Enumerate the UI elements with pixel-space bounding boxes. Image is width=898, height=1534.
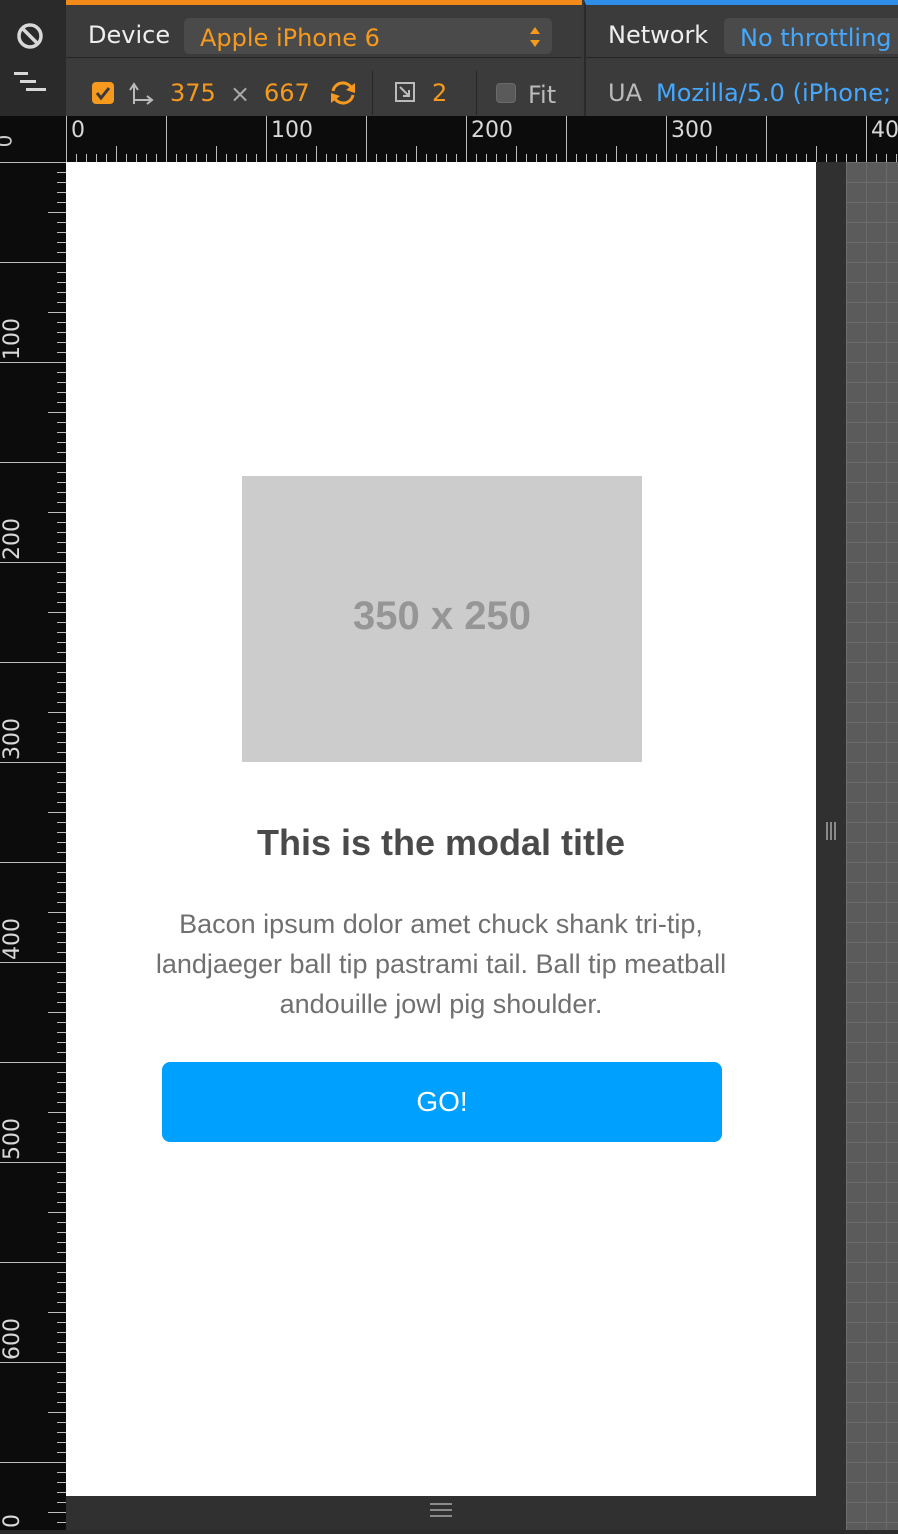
ruler-v-label: 400 bbox=[0, 918, 25, 960]
device-section: Device Apple iPhone 6 375 × 667 2 Fit bbox=[66, 0, 582, 116]
ruler-h-label: 40 bbox=[871, 118, 898, 143]
modal-title: This is the modal title bbox=[256, 822, 626, 863]
resolution-checkbox[interactable] bbox=[92, 82, 114, 104]
placeholder-image-label: 350 x 250 bbox=[353, 594, 531, 638]
ruler-v-label: 0 bbox=[0, 1514, 25, 1528]
ruler-v-label: 100 bbox=[0, 318, 25, 360]
background-grid bbox=[846, 162, 898, 1530]
swap-dimensions-icon[interactable] bbox=[128, 80, 154, 106]
ruler-v-label: 600 bbox=[0, 1318, 25, 1360]
ruler-h-label: 100 bbox=[271, 118, 313, 143]
resize-grip-icon bbox=[430, 1503, 452, 1517]
throttling-select-value: No throttling bbox=[740, 24, 892, 52]
times-sign: × bbox=[230, 80, 251, 108]
toolbar-row-divider bbox=[586, 57, 898, 58]
ruler-v-label: 500 bbox=[0, 1118, 25, 1160]
modal-body-text: Bacon ipsum dolor amet chuck shank tri-t… bbox=[155, 909, 727, 1019]
network-section: Network No throttling UA Mozilla/5.0 (iP… bbox=[584, 0, 898, 116]
toolbar-separator bbox=[372, 71, 373, 115]
go-button[interactable]: GO! bbox=[162, 1062, 722, 1142]
dpr-input[interactable]: 2 bbox=[432, 81, 447, 105]
checkmark-icon bbox=[95, 87, 111, 101]
throttling-select[interactable]: No throttling bbox=[724, 18, 898, 54]
fit-label: Fit bbox=[528, 81, 557, 109]
rotate-icon[interactable] bbox=[328, 79, 358, 107]
media-queries-icon[interactable] bbox=[14, 70, 48, 96]
toolbar-separator bbox=[476, 71, 477, 115]
select-arrows-icon bbox=[530, 27, 540, 47]
ruler-corner-label: 0 bbox=[0, 135, 16, 148]
fit-checkbox[interactable] bbox=[496, 83, 516, 103]
placeholder-image: 350 x 250 bbox=[242, 476, 642, 762]
width-input[interactable]: 375 bbox=[170, 81, 216, 105]
device-label: Device bbox=[88, 21, 171, 49]
toolbar-row-divider bbox=[66, 57, 582, 58]
ruler-v-label: 200 bbox=[0, 518, 25, 560]
ua-label: UA bbox=[608, 79, 642, 107]
device-select[interactable]: Apple iPhone 6 bbox=[184, 18, 552, 54]
resize-grip-icon bbox=[826, 822, 836, 840]
viewport-height-resize-handle[interactable] bbox=[66, 1496, 846, 1530]
ruler-h-label: 0 bbox=[71, 118, 85, 143]
viewport-width-resize-handle[interactable] bbox=[816, 162, 846, 1496]
ruler-v-label: 300 bbox=[0, 718, 25, 760]
device-select-value: Apple iPhone 6 bbox=[200, 24, 380, 52]
disable-emulation-icon[interactable] bbox=[16, 22, 44, 50]
vertical-ruler: 100 200 300 400 500 600 0 bbox=[0, 162, 66, 1530]
horizontal-ruler: 0 100 200 300 40 bbox=[66, 116, 898, 162]
device-pixel-ratio-icon bbox=[395, 82, 415, 102]
emulated-viewport: 350 x 250 This is the modal title Bacon … bbox=[66, 162, 816, 1496]
ua-input[interactable]: Mozilla/5.0 (iPhone; bbox=[656, 81, 891, 105]
network-label: Network bbox=[608, 21, 709, 49]
toolbar-left-strip bbox=[0, 0, 67, 116]
ruler-h-label: 300 bbox=[671, 118, 713, 143]
devtools-toolbar: Device Apple iPhone 6 375 × 667 2 Fit Ne… bbox=[0, 0, 898, 116]
ruler-h-label: 200 bbox=[471, 118, 513, 143]
height-input[interactable]: 667 bbox=[264, 81, 310, 105]
